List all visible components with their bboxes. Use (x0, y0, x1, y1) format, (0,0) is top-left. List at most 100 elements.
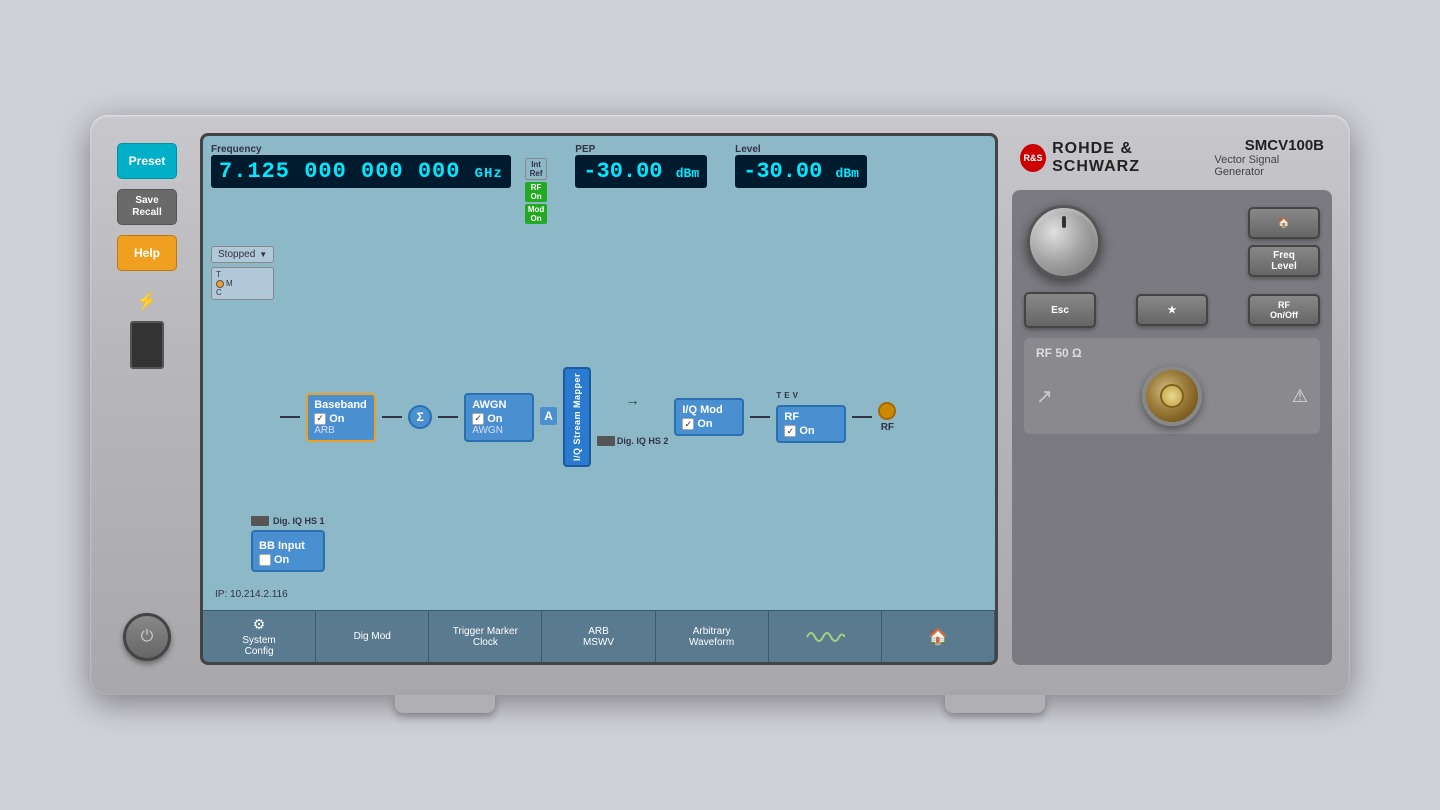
rs-logo-circle: R&S (1020, 144, 1046, 172)
toolbar-waveform-icon[interactable] (769, 611, 882, 662)
sigma-summation: Σ (408, 405, 432, 429)
middle-controls-row: Esc ★ RFOn/Off (1024, 292, 1320, 328)
toolbar-arb-mswv[interactable]: ARBMSWV (542, 611, 655, 662)
arrow-iq: → (626, 392, 640, 408)
ip-address: IP: 10.214.2.116 (215, 589, 288, 600)
warning-icon: ⚠ (1292, 386, 1308, 407)
rf-connector-row: ↗ ⚠ (1036, 366, 1308, 426)
usb-port (130, 321, 164, 369)
tmc-selector[interactable]: T M C (211, 267, 274, 300)
brand-header: R&S ROHDE & SCHWARZ SMCV100B Vector Sign… (1012, 133, 1332, 182)
brand-name: ROHDE & SCHWARZ (1052, 140, 1214, 176)
rf-block[interactable]: RF ✓ On (776, 405, 846, 443)
brand-logo: R&S ROHDE & SCHWARZ (1020, 140, 1214, 176)
instrument-body: Preset SaveRecall Help ⚡ ⏻ Frequency 7.1… (90, 115, 1350, 695)
block-diagram: Stopped ▼ T M C (211, 232, 987, 602)
arb-mswv-label: ARBMSWV (583, 626, 614, 648)
home-toolbar-icon: 🏠 (928, 627, 948, 647)
int-ref-indicator: IntRef (525, 158, 547, 180)
main-knob-container (1024, 202, 1104, 282)
waveform-svg (805, 627, 845, 647)
top-controls-row: 🏠 FreqLevel (1024, 202, 1320, 282)
level-section: Level -30.00 dBm (735, 144, 867, 188)
toolbar-system-config[interactable]: ⚙ SystemConfig (203, 611, 316, 662)
rf-output-section-label: RF 50 Ω (1036, 346, 1082, 360)
toolbar-arbitrary-waveform[interactable]: ArbitraryWaveform (656, 611, 769, 662)
save-recall-button[interactable]: SaveRecall (117, 189, 177, 225)
rf-onoff-button[interactable]: RFOn/Off (1248, 294, 1320, 326)
mod-on-indicator: ModOn (525, 204, 547, 224)
left-panel: Preset SaveRecall Help ⚡ ⏻ (108, 133, 186, 665)
home-button[interactable]: 🏠 (1248, 207, 1320, 239)
right-panel: R&S ROHDE & SCHWARZ SMCV100B Vector Sign… (1012, 133, 1332, 665)
screen-display: Frequency 7.125 000 000 000 GHz IntRef R… (200, 133, 998, 665)
dig-icon-hs2 (597, 436, 615, 446)
star-button[interactable]: ★ (1136, 294, 1208, 326)
awgn-checkbox[interactable]: ✓ (472, 413, 484, 425)
trigger-marker-label: Trigger MarkerClock (453, 626, 518, 648)
connector-line2 (382, 416, 402, 418)
pep-label: PEP (575, 144, 707, 155)
model-description: Vector Signal Generator (1214, 154, 1324, 178)
rf-indicators: IntRef RFOn ModOn (525, 158, 547, 224)
freq-level-button[interactable]: FreqLevel (1248, 245, 1320, 277)
level-value[interactable]: -30.00 dBm (735, 155, 867, 188)
model-info: SMCV100B Vector Signal Generator (1214, 137, 1324, 178)
screen-header: Frequency 7.125 000 000 000 GHz IntRef R… (211, 144, 987, 224)
preset-button[interactable]: Preset (117, 143, 177, 179)
system-config-label: SystemConfig (242, 635, 275, 657)
connector-line (280, 416, 300, 418)
awgn-block[interactable]: AWGN ✓ On AWGN (464, 393, 534, 442)
rf-output-dot (878, 402, 896, 420)
model-number: SMCV100B (1245, 137, 1324, 154)
power-button[interactable]: ⏻ (123, 613, 171, 661)
dig-mod-label: Dig Mod (354, 631, 391, 642)
tev-indicators: T E V (776, 391, 798, 400)
stream-mapper: I/Q Stream Mapper (563, 367, 591, 467)
baseband-block[interactable]: Baseband ✓ On ARB (306, 393, 376, 442)
esc-button[interactable]: Esc (1024, 292, 1096, 328)
gear-icon: ⚙ (253, 616, 266, 633)
rf-output-label: RF (881, 422, 894, 433)
connector-line3 (438, 416, 458, 418)
foot-left (395, 695, 495, 713)
pep-section: PEP -30.00 dBm (575, 144, 707, 188)
bb-input-checkbox[interactable] (259, 554, 271, 566)
baseband-checkbox[interactable]: ✓ (314, 413, 326, 425)
rf-on-indicator: RFOn (525, 182, 547, 202)
home-icon: 🏠 (1278, 218, 1290, 229)
rf-connector[interactable] (1142, 366, 1202, 426)
frequency-section: Frequency 7.125 000 000 000 GHz (211, 144, 511, 188)
screen-content: Frequency 7.125 000 000 000 GHz IntRef R… (203, 136, 995, 610)
dig-iq-hs1-label: Dig. IQ HS 1 (273, 516, 325, 526)
rf-output-section: RF 50 Ω ↗ ⚠ (1024, 338, 1320, 434)
label-a: A (540, 407, 557, 425)
foot-stands (170, 695, 1270, 713)
usb-icon: ⚡ (132, 291, 162, 311)
foot-right (945, 695, 1045, 713)
toolbar-trigger-marker[interactable]: Trigger MarkerClock (429, 611, 542, 662)
iq-rf-connector (750, 416, 770, 418)
star-icon: ★ (1168, 305, 1177, 316)
bb-input-block[interactable]: BB Input On (251, 530, 325, 572)
pep-value[interactable]: -30.00 dBm (575, 155, 707, 188)
toolbar-dig-mod[interactable]: Dig Mod (316, 611, 429, 662)
level-label: Level (735, 144, 867, 155)
iq-mod-block[interactable]: I/Q Mod ✓ On (674, 398, 744, 436)
dig-iq-hs1-icon (251, 516, 269, 526)
screen-toolbar: ⚙ SystemConfig Dig Mod Trigger MarkerClo… (203, 610, 995, 662)
iq-mod-checkbox[interactable]: ✓ (682, 418, 694, 430)
rf-dot-connector (852, 416, 872, 418)
rf-checkbox[interactable]: ✓ (784, 425, 796, 437)
frequency-label: Frequency (211, 144, 511, 155)
rf-arrow-icon: ↗ (1036, 384, 1053, 409)
controls-area: 🏠 FreqLevel Esc ★ RFOn/Off RF 50 Ω ↗ ⚠ (1012, 190, 1332, 665)
frequency-value[interactable]: 7.125 000 000 000 GHz (211, 155, 511, 188)
toolbar-home[interactable]: 🏠 (882, 611, 995, 662)
help-button[interactable]: Help (117, 235, 177, 271)
dig-iq-hs2-label: Dig. IQ HS 2 (617, 436, 669, 446)
main-knob[interactable] (1027, 205, 1101, 279)
stopped-indicator: Stopped ▼ (211, 246, 274, 263)
top-right-buttons: 🏠 FreqLevel (1248, 207, 1320, 277)
arbitrary-waveform-label: ArbitraryWaveform (689, 626, 734, 648)
